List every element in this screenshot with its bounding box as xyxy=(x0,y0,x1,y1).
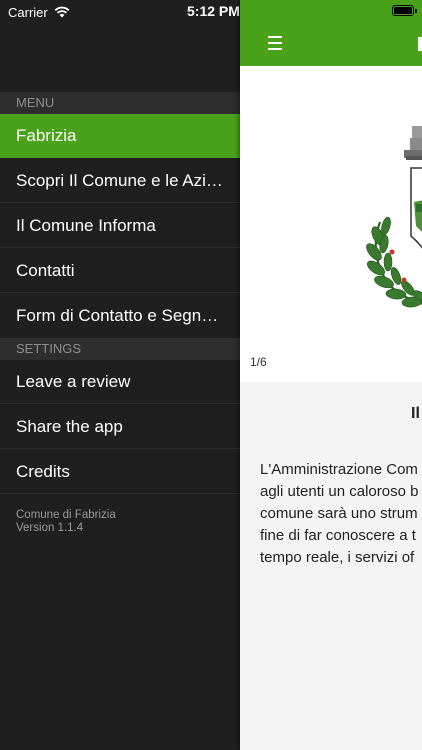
intro-paragraph: L'Amministrazione Com agli utenti un cal… xyxy=(260,459,422,569)
coat-of-arms-image xyxy=(366,126,422,308)
image-slider[interactable] xyxy=(240,66,422,382)
app-info-footer: Comune di Fabrizia Version 1.1.4 xyxy=(16,509,116,535)
crown-icon xyxy=(404,126,422,160)
body-line: L'Amministrazione Com xyxy=(260,461,418,478)
app-version-label: Version 1.1.4 xyxy=(16,522,84,534)
settings-item-leave-review[interactable]: Leave a review xyxy=(0,360,240,404)
side-drawer: Carrier 5:12 PM MENU Fabrizia Scopri Il … xyxy=(0,0,240,750)
title-area xyxy=(240,382,422,444)
wifi-icon xyxy=(54,6,70,18)
status-bar-left: Carrier xyxy=(8,3,70,21)
top-navigation-bar xyxy=(240,0,422,66)
page-title-fragment: Il xyxy=(411,405,420,422)
settings-item-share-app[interactable]: Share the app xyxy=(0,405,240,449)
hamburger-menu-icon[interactable] xyxy=(268,36,282,50)
nav-title-fragment xyxy=(418,37,422,51)
shield-icon xyxy=(410,167,422,249)
menu-item-form-contatto[interactable]: Form di Contatto e Segnalazioni xyxy=(0,294,240,338)
menu-item-contatti[interactable]: Contatti xyxy=(0,249,240,293)
menu-item-scopri-comune[interactable]: Scopri Il Comune e le Aziende xyxy=(0,159,240,203)
carrier-label: Carrier xyxy=(8,4,48,20)
status-time: 5:12 PM xyxy=(187,3,240,19)
menu-item-comune-informa[interactable]: Il Comune Informa xyxy=(0,204,240,248)
slide-counter: 1/6 xyxy=(250,355,267,369)
app-name-label: Comune di Fabrizia xyxy=(16,509,116,521)
body-line: agli utenti un caloroso b xyxy=(260,483,419,500)
menu-item-fabrizia[interactable]: Fabrizia xyxy=(0,114,240,158)
body-line: comune sarà uno strum xyxy=(260,505,418,522)
settings-item-credits[interactable]: Credits xyxy=(0,450,240,494)
body-line: tempo reale, i servizi of xyxy=(260,549,415,566)
main-content-panel[interactable]: 1/6 Il L'Amministrazione Com agli utenti… xyxy=(240,0,422,750)
battery-icon xyxy=(392,5,417,16)
section-header-settings: SETTINGS xyxy=(0,338,240,360)
body-line: fine di far conoscere a t xyxy=(260,527,416,544)
section-header-menu: MENU xyxy=(0,92,240,114)
